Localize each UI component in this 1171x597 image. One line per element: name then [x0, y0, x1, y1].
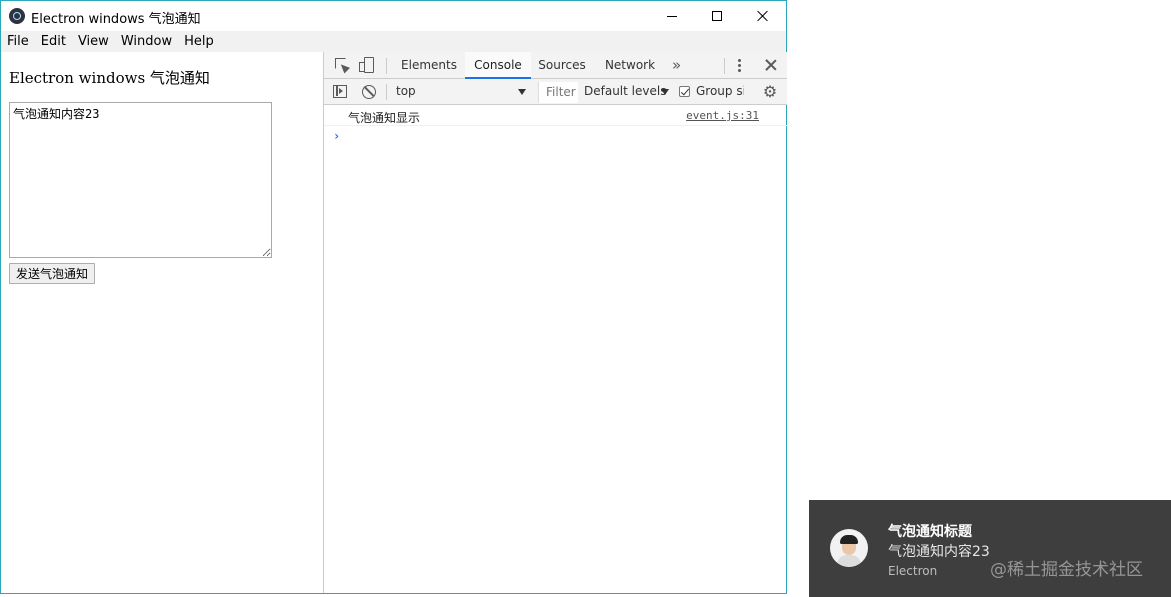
notification-body: 气泡通知内容23	[888, 544, 990, 560]
menu-bar: File Edit View Window Help	[1, 31, 786, 52]
notification-avatar	[830, 529, 868, 567]
console-log-source-link[interactable]: event.js:31	[686, 109, 759, 122]
js-context-select[interactable]: top	[392, 82, 532, 101]
console-log-message: 气泡通知显示	[348, 111, 421, 125]
toolbar-divider	[386, 58, 387, 74]
devtools-tab-bar: Elements Console Sources Network »	[324, 52, 787, 79]
notification-content-textarea[interactable]: 气泡通知内容23	[9, 102, 272, 258]
minimize-icon	[667, 15, 677, 17]
console-toolbar: top Filter Default levels Group similar …	[324, 79, 787, 105]
close-devtools-icon[interactable]	[764, 58, 778, 72]
menu-file[interactable]: File	[1, 31, 35, 52]
clear-console-icon[interactable]	[362, 85, 376, 99]
menu-window[interactable]: Window	[115, 31, 178, 52]
tab-console[interactable]: Console	[465, 52, 531, 79]
console-prompt-icon[interactable]: ›	[333, 129, 340, 143]
tab-elements[interactable]: Elements	[396, 52, 462, 79]
show-sidebar-icon[interactable]	[333, 85, 347, 98]
console-settings-gear-icon[interactable]: ⚙	[762, 84, 778, 100]
watermark: @稀土掘金技术社区	[990, 560, 1143, 580]
group-similar-label: Group similar	[696, 84, 744, 98]
maximize-icon	[712, 11, 722, 21]
inspect-element-icon[interactable]	[334, 57, 351, 74]
menu-edit[interactable]: Edit	[35, 31, 72, 52]
more-tabs-icon[interactable]: »	[672, 56, 681, 74]
chevron-down-icon	[518, 89, 526, 95]
console-log-row: 气泡通知显示 event.js:31	[324, 105, 787, 126]
toolbar-divider	[386, 84, 387, 100]
title-bar[interactable]: Electron windows 气泡通知	[1, 1, 786, 31]
toast-notification[interactable]: 气泡通知标题 气泡通知内容23 Electron @稀土掘金技术社区	[809, 500, 1171, 597]
minimize-button[interactable]	[649, 1, 695, 31]
group-similar-checkbox[interactable]	[679, 86, 690, 97]
console-output: 气泡通知显示 event.js:31 ›	[324, 105, 787, 593]
menu-view[interactable]: View	[72, 31, 115, 52]
device-toolbar-icon[interactable]	[359, 57, 375, 73]
tab-network[interactable]: Network	[598, 52, 662, 79]
send-notification-button[interactable]: 发送气泡通知	[9, 263, 96, 284]
window-title: Electron windows 气泡通知	[31, 12, 201, 27]
menu-help[interactable]: Help	[178, 31, 220, 52]
chevron-down-icon	[661, 89, 669, 95]
tab-sources[interactable]: Sources	[533, 52, 591, 79]
toolbar-divider	[724, 58, 725, 74]
customize-menu-icon[interactable]	[738, 59, 742, 73]
notification-title: 气泡通知标题	[888, 524, 972, 540]
console-filter-input[interactable]: Filter	[538, 82, 578, 103]
close-icon	[757, 10, 769, 22]
electron-window: Electron windows 气泡通知 File Edit View Win…	[0, 0, 787, 594]
page-title: Electron windows 气泡通知	[9, 69, 210, 87]
electron-app-icon	[9, 8, 25, 24]
notification-app-name: Electron	[888, 564, 938, 578]
close-window-button[interactable]	[740, 1, 786, 31]
maximize-button[interactable]	[694, 1, 740, 31]
page-content: Electron windows 气泡通知 气泡通知内容23 发送气泡通知	[1, 52, 323, 593]
devtools-panel: Elements Console Sources Network » top F…	[323, 52, 787, 593]
log-levels-select[interactable]: Default levels	[584, 82, 666, 101]
